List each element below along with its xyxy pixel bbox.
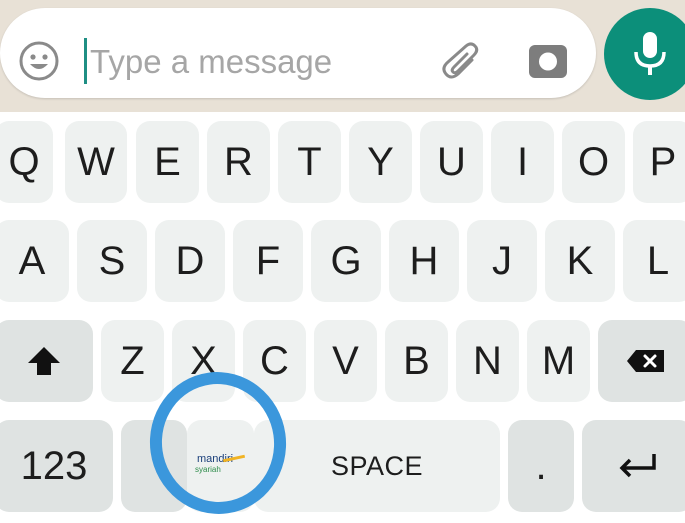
key-r[interactable]: R [207,121,270,203]
message-composer [0,8,596,98]
numbers-key[interactable]: 123 [0,420,113,512]
backspace-icon [626,350,664,372]
key-w[interactable]: W [65,121,127,203]
key-n[interactable]: N [456,320,519,402]
key-c[interactable]: C [243,320,306,402]
key-t[interactable]: T [278,121,341,203]
key-x[interactable]: X [172,320,235,402]
key-m[interactable]: M [527,320,590,402]
key-j[interactable]: J [467,220,537,302]
enter-key[interactable] [582,420,685,512]
key-e[interactable]: E [136,121,199,203]
key-a[interactable]: A [0,220,69,302]
key-d[interactable]: D [155,220,225,302]
logo-subtitle: syariah [195,465,221,474]
emoji-icon[interactable] [18,40,60,82]
key-l[interactable]: L [623,220,685,302]
key-o[interactable]: O [562,121,625,203]
key-v[interactable]: V [314,320,377,402]
mandiri-syariah-logo: mandiri syariah [193,453,253,477]
key-y[interactable]: Y [349,121,412,203]
message-input[interactable] [90,38,420,86]
camera-icon[interactable] [528,41,568,81]
key-g[interactable]: G [311,220,381,302]
microphone-icon [634,32,666,75]
shift-icon [28,347,60,375]
key-s[interactable]: S [77,220,147,302]
period-key[interactable]: . [508,420,574,512]
space-key[interactable]: SPACE [254,420,500,512]
key-h[interactable]: H [389,220,459,302]
key-b[interactable]: B [385,320,448,402]
mic-button[interactable] [604,8,685,100]
paperclip-icon[interactable] [438,38,484,86]
shift-key[interactable] [0,320,93,402]
text-cursor [84,38,87,84]
key-z[interactable]: Z [101,320,164,402]
key-k[interactable]: K [545,220,615,302]
enter-icon [619,454,656,478]
key-i[interactable]: I [491,121,554,203]
key-u[interactable]: U [420,121,483,203]
key-p[interactable]: P [633,121,685,203]
backspace-key[interactable] [598,320,685,402]
key-f[interactable]: F [233,220,303,302]
comma-key[interactable] [121,420,187,512]
key-q[interactable]: Q [0,121,53,203]
